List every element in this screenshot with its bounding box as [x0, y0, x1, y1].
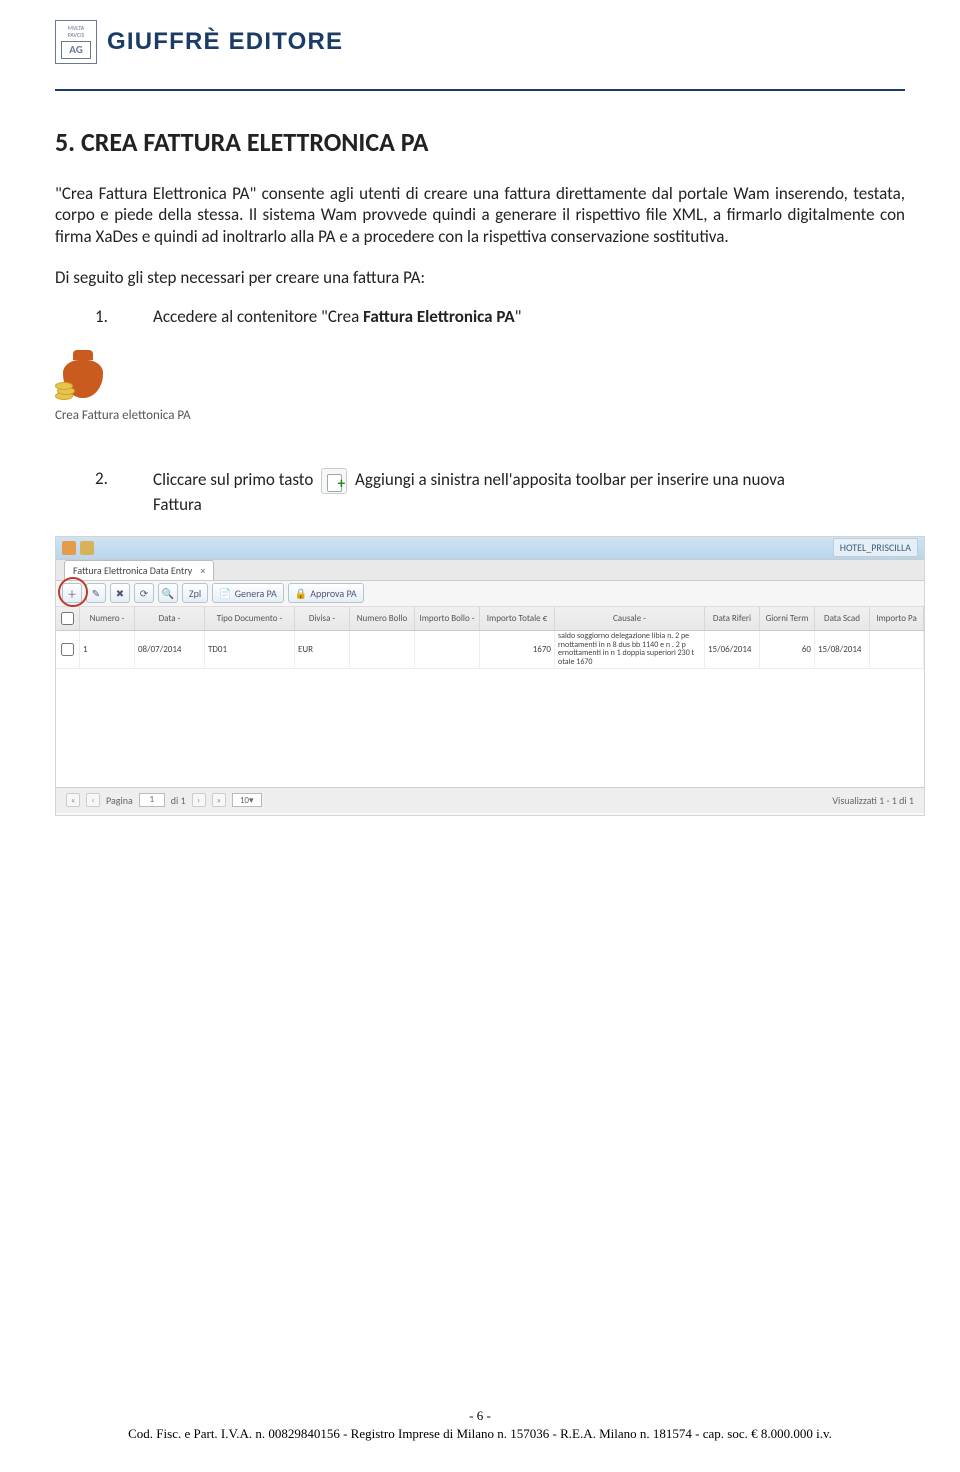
cell-numero: 1 [80, 631, 135, 668]
add-icon [321, 468, 347, 494]
col-datarif[interactable]: Data Riferi [705, 607, 760, 630]
account-badge: HOTEL_PRISCILLA [833, 538, 918, 557]
pager-prev-icon[interactable]: ‹ [86, 793, 100, 807]
edit-button[interactable]: ✎ [86, 583, 106, 603]
logo-small-text: PAVCIS [68, 32, 85, 39]
tab-strip: Fattura Elettronica Data Entry × [56, 559, 924, 581]
page-footer: - 6 - Cod. Fisc. e Part. I.V.A. n. 00829… [0, 1408, 960, 1442]
col-causale[interactable]: Causale - [555, 607, 705, 630]
col-giorni[interactable]: Giorni Term [760, 607, 815, 630]
approva-pa-button[interactable]: 🔒Approva PA [288, 583, 364, 603]
col-nbollo[interactable]: Numero Bollo [350, 607, 415, 630]
col-checkbox[interactable] [56, 607, 80, 630]
pager-size-select[interactable]: 10 ▾ [232, 793, 262, 807]
step-text: Cliccare sul primo tasto Aggiungi a sini… [153, 468, 905, 494]
col-ipa[interactable]: Importo Pa [870, 607, 924, 630]
col-divisa[interactable]: Divisa - [295, 607, 350, 630]
pager: « ‹ Pagina 1 di 1 › » 10 ▾ Visualizzati … [56, 787, 924, 813]
delete-button[interactable]: ✖ [110, 583, 130, 603]
genera-pa-button[interactable]: 📄Genera PA [212, 583, 284, 603]
step-1: 1. Accedere al contenitore "Crea Fattura… [95, 306, 905, 328]
cell-ipa [870, 631, 924, 668]
refresh-button[interactable]: ⟳ [134, 583, 154, 603]
page-number: - 6 - [0, 1408, 960, 1424]
home-icon[interactable] [80, 541, 94, 555]
document-header: MVLTA PAVCIS AG GIUFFRÈ EDITORE [55, 20, 905, 64]
logo-badge: MVLTA PAVCIS AG [55, 20, 97, 64]
col-itot[interactable]: Importo Totale € [480, 607, 555, 630]
brand-name: GIUFFRÈ EDITORE [107, 28, 343, 56]
footer-legal: Cod. Fisc. e Part. I.V.A. n. 00829840156… [0, 1426, 960, 1442]
cell-causale: saldo soggiorno delegazione libia n. 2 p… [555, 631, 705, 668]
steps-lead: Di seguito gli step necessari per creare… [55, 267, 905, 288]
logo-ag: AG [61, 41, 91, 59]
step-text: Accedere al contenitore "Crea Fattura El… [153, 306, 905, 328]
row-checkbox[interactable] [61, 643, 74, 656]
app-screenshot: HOTEL_PRISCILLA Fattura Elettronica Data… [55, 536, 925, 816]
pager-last-icon[interactable]: » [212, 793, 226, 807]
cell-nbollo [350, 631, 415, 668]
pager-label: Pagina [106, 794, 133, 807]
app-titlebar: HOTEL_PRISCILLA [56, 537, 924, 559]
step-number: 1. [95, 306, 113, 327]
cell-datarif: 15/06/2014 [705, 631, 760, 668]
tab-label: Fattura Elettronica Data Entry [73, 564, 192, 577]
cell-giorni: 60 [760, 631, 815, 668]
header-rule [55, 89, 905, 91]
intro-paragraph: "Crea Fattura Elettronica PA" consente a… [55, 183, 905, 247]
col-datascad[interactable]: Data Scad [815, 607, 870, 630]
grid-empty-space [56, 669, 924, 787]
pager-current-input[interactable]: 1 [139, 793, 165, 807]
moneybag-icon [55, 340, 110, 400]
steps-list-2: 2. Cliccare sul primo tasto Aggiungi a s… [55, 468, 905, 516]
user-icon[interactable] [62, 541, 76, 555]
cell-itot: 1670 [480, 631, 555, 668]
cell-tipo: TD01 [205, 631, 295, 668]
table-row[interactable]: 1 08/07/2014 TD01 EUR 1670 saldo soggior… [56, 631, 924, 669]
col-numero[interactable]: Numero - [80, 607, 135, 630]
section-title: 5. CREA FATTURA ELETTRONICA PA [55, 126, 905, 158]
grid-header: Numero - Data - Tipo Documento - Divisa … [56, 607, 924, 631]
pager-total: di 1 [171, 794, 186, 807]
cell-datascad: 15/08/2014 [815, 631, 870, 668]
step-number: 2. [95, 468, 113, 489]
add-button[interactable]: ＋ [62, 583, 82, 603]
pager-next-icon[interactable]: › [192, 793, 206, 807]
select-all-checkbox[interactable] [61, 612, 74, 625]
steps-list: 1. Accedere al contenitore "Crea Fattura… [55, 306, 905, 328]
pager-summary: Visualizzati 1 - 1 di 1 [832, 794, 914, 807]
pager-first-icon[interactable]: « [66, 793, 80, 807]
tab-fattura-entry[interactable]: Fattura Elettronica Data Entry × [64, 560, 214, 580]
moneybag-label: Crea Fattura elettonica PA [55, 408, 905, 423]
col-data[interactable]: Data - [135, 607, 205, 630]
cell-data: 08/07/2014 [135, 631, 205, 668]
step-text-line2: Fattura [153, 494, 905, 516]
col-ibollo[interactable]: Importo Bollo - [415, 607, 480, 630]
col-tipo[interactable]: Tipo Documento - [205, 607, 295, 630]
step-2: 2. Cliccare sul primo tasto Aggiungi a s… [95, 468, 905, 516]
close-icon[interactable]: × [200, 564, 205, 577]
search-button[interactable]: 🔍 [158, 583, 178, 603]
zpl-button[interactable]: Zpl [182, 583, 208, 603]
grid-body: 1 08/07/2014 TD01 EUR 1670 saldo soggior… [56, 631, 924, 787]
cell-ibollo [415, 631, 480, 668]
cell-divisa: EUR [295, 631, 350, 668]
toolbar: ＋ ✎ ✖ ⟳ 🔍 Zpl 📄Genera PA 🔒Approva PA [56, 581, 924, 607]
